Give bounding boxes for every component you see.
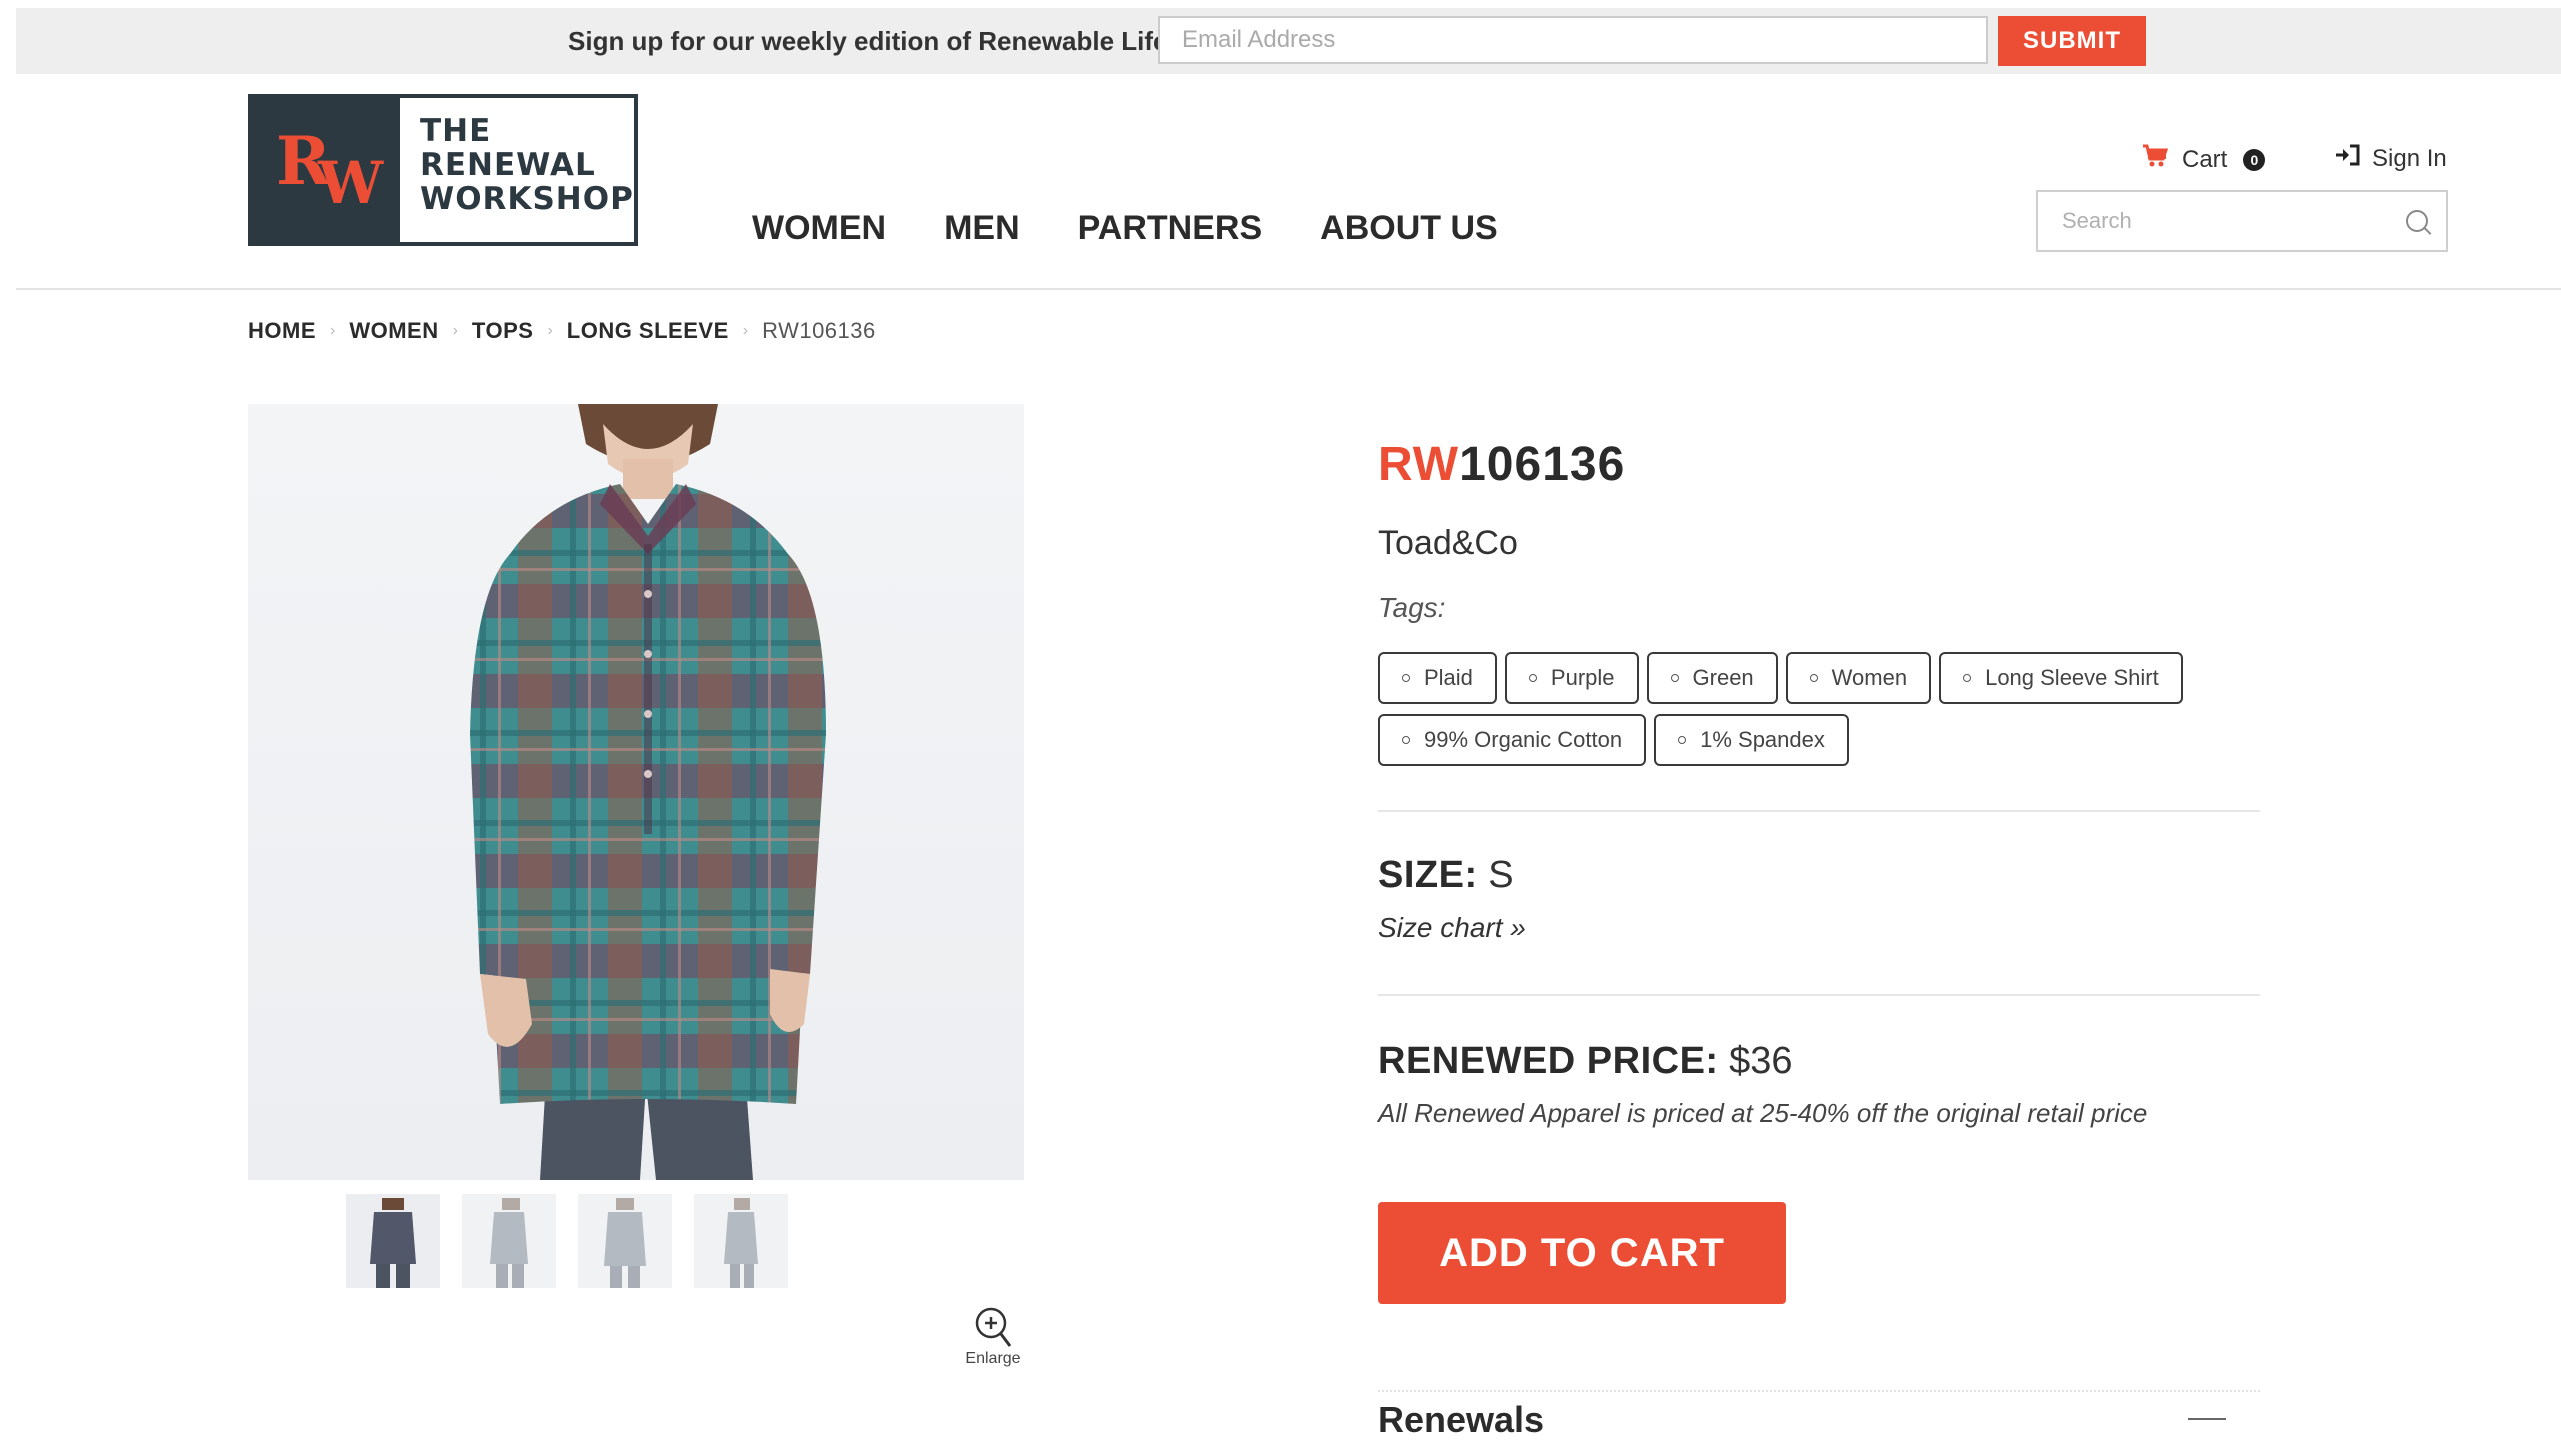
- site-logo[interactable]: R W THE RENEWAL WORKSHOP: [248, 94, 638, 246]
- price-note: All Renewed Apparel is priced at 25-40% …: [1378, 1098, 2148, 1128]
- tag-long-sleeve-shirt[interactable]: Long Sleeve Shirt: [1939, 652, 2183, 704]
- logo-line-1: THE: [420, 113, 492, 149]
- search-input[interactable]: [2038, 192, 2388, 250]
- product-title-number: 106136: [1459, 438, 1626, 491]
- newsletter-bar: Sign up for our weekly edition of Renewa…: [16, 8, 2561, 74]
- tag-spandex[interactable]: 1% Spandex: [1654, 714, 1849, 766]
- newsletter-text: Sign up for our weekly edition of Renewa…: [568, 26, 1168, 56]
- section-divider: [1378, 994, 2260, 996]
- breadcrumb-women[interactable]: WOMEN: [349, 318, 438, 344]
- cart-count-badge: 0: [2243, 148, 2266, 171]
- tag-label: Women: [1831, 665, 1908, 690]
- main-nav: WOMEN MEN PARTNERS ABOUT US: [752, 206, 1556, 250]
- breadcrumb-separator: ›: [547, 322, 553, 339]
- enlarge-label: Enlarge: [965, 1350, 1021, 1367]
- add-to-cart-button[interactable]: ADD TO CART: [1378, 1202, 1786, 1304]
- tag-dot-icon: [1402, 674, 1410, 682]
- thumbnail-strip: [346, 1194, 788, 1288]
- logo-mark-w: W: [318, 149, 384, 217]
- collapse-icon[interactable]: [2188, 1418, 2226, 1420]
- cart-icon: [2142, 144, 2169, 175]
- breadcrumb-separator: ›: [330, 322, 336, 339]
- tag-dot-icon: [1528, 674, 1537, 682]
- tag-label: Long Sleeve Shirt: [1985, 665, 2159, 690]
- tag-dot-icon: [1402, 736, 1410, 744]
- product-title: RW106136: [1378, 436, 1625, 494]
- size-label: SIZE:: [1378, 854, 1478, 896]
- logo-wordmark: THE RENEWAL WORKSHOP: [400, 98, 634, 242]
- tag-label: Plaid: [1424, 665, 1473, 690]
- tag-purple[interactable]: Purple: [1504, 652, 1639, 704]
- section-divider: [1378, 810, 2260, 812]
- tag-organic-cotton[interactable]: 99% Organic Cotton: [1378, 714, 1647, 766]
- tag-label: 99% Organic Cotton: [1424, 727, 1623, 752]
- enlarge-button[interactable]: Enlarge: [950, 1306, 1036, 1368]
- product-title-prefix: RW: [1378, 438, 1460, 491]
- product-main-image[interactable]: [248, 404, 1024, 1180]
- thumbnail-2[interactable]: [462, 1194, 556, 1288]
- sign-in-link[interactable]: Sign In: [2334, 144, 2447, 173]
- breadcrumb: HOME › WOMEN › TOPS › LONG SLEEVE › RW10…: [248, 318, 876, 344]
- tag-list: Plaid Purple Green Women Long Sleeve Shi…: [1378, 652, 2228, 776]
- nav-item-men[interactable]: MEN: [944, 206, 1020, 250]
- size-chart-link[interactable]: Size chart »: [1378, 912, 1526, 944]
- zoom-in-icon: [974, 1306, 1012, 1347]
- nav-item-partners[interactable]: PARTNERS: [1078, 206, 1263, 250]
- logo-line-2: RENEWAL: [420, 147, 596, 183]
- price-value: $36: [1729, 1040, 1793, 1082]
- nav-item-women[interactable]: WOMEN: [752, 206, 886, 250]
- search-icon[interactable]: [2406, 210, 2428, 232]
- renewals-accordion[interactable]: Renewals: [1378, 1390, 2260, 1450]
- thumbnail-1[interactable]: [346, 1194, 440, 1288]
- nav-item-about-us[interactable]: ABOUT US: [1320, 206, 1498, 250]
- header-divider: [16, 288, 2561, 290]
- tag-dot-icon: [1963, 674, 1972, 682]
- tag-dot-icon: [1809, 674, 1818, 682]
- tag-label: Green: [1692, 665, 1754, 690]
- product-brand: Toad&Co: [1378, 524, 1518, 562]
- search-box: [2036, 190, 2448, 252]
- breadcrumb-separator: ›: [742, 322, 749, 339]
- tag-dot-icon: [1678, 736, 1687, 744]
- sign-in-label: Sign In: [2372, 144, 2447, 172]
- breadcrumb-home[interactable]: HOME: [248, 318, 316, 344]
- size-row: SIZE: S: [1378, 852, 1514, 898]
- tag-women[interactable]: Women: [1785, 652, 1932, 704]
- tag-label: Purple: [1550, 665, 1615, 690]
- tag-dot-icon: [1670, 674, 1679, 682]
- price-label: RENEWED PRICE:: [1378, 1040, 1719, 1082]
- tag-green[interactable]: Green: [1646, 652, 1778, 704]
- thumbnail-4[interactable]: [694, 1194, 788, 1288]
- sign-in-icon: [2334, 144, 2360, 173]
- product-page: Sign up for our weekly edition of Renewa…: [0, 0, 2561, 1456]
- newsletter-submit-button[interactable]: SUBMIT: [1998, 16, 2146, 66]
- tag-plaid[interactable]: Plaid: [1378, 652, 1497, 704]
- cart-label: Cart: [2182, 145, 2228, 173]
- breadcrumb-long-sleeve[interactable]: LONG SLEEVE: [567, 318, 729, 344]
- breadcrumb-current: RW106136: [762, 318, 876, 343]
- thumbnail-3[interactable]: [578, 1194, 672, 1288]
- logo-line-3: WORKSHOP: [420, 181, 634, 217]
- newsletter-email-input[interactable]: [1158, 16, 1988, 64]
- breadcrumb-separator: ›: [452, 322, 458, 339]
- cart-link[interactable]: Cart 0: [2142, 144, 2266, 175]
- tags-label: Tags:: [1378, 592, 1446, 623]
- renewals-title: Renewals: [1378, 1399, 1545, 1440]
- breadcrumb-tops[interactable]: TOPS: [472, 318, 534, 344]
- logo-mark: R W: [252, 98, 400, 242]
- size-value: S: [1488, 854, 1514, 896]
- price-row: RENEWED PRICE: $36: [1378, 1038, 1793, 1084]
- tag-label: 1% Spandex: [1700, 727, 1825, 752]
